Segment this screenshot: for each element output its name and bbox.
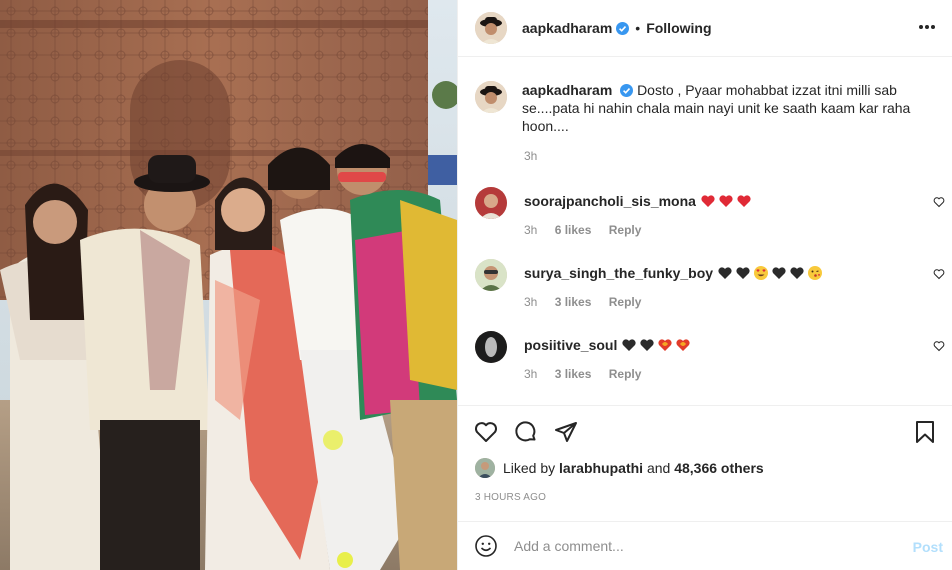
emoji-smile-icon[interactable] bbox=[474, 534, 498, 558]
author-username[interactable]: aapkadharam bbox=[522, 20, 612, 36]
comment-likes[interactable]: 3 likes bbox=[555, 295, 592, 309]
heart-on-fire-icon bbox=[676, 339, 690, 351]
group-photo-illustration bbox=[0, 0, 457, 570]
heart-icon[interactable] bbox=[474, 420, 498, 444]
post-photo[interactable] bbox=[0, 0, 457, 570]
comment-username[interactable]: soorajpancholi_sis_mona bbox=[524, 193, 696, 209]
instagram-post-view: aapkadharam • Following aapkadharam Dost… bbox=[0, 0, 952, 570]
comment-likes[interactable]: 3 likes bbox=[555, 367, 592, 381]
comment-like-heart-icon[interactable] bbox=[933, 268, 945, 280]
author-avatar[interactable] bbox=[475, 12, 507, 44]
comment-meta: 3h 6 likes Reply bbox=[524, 223, 655, 237]
comment-emojis bbox=[700, 193, 754, 209]
comment-time[interactable]: 3h bbox=[524, 367, 537, 381]
add-comment-bar: Post bbox=[458, 521, 952, 570]
black-heart-icon bbox=[736, 267, 750, 279]
comment-text: soorajpancholi_sis_mona bbox=[524, 192, 754, 210]
more-options-icon[interactable] bbox=[917, 17, 937, 37]
comment-text: surya_singh_the_funky_boy bbox=[524, 264, 825, 282]
commenter-avatar[interactable] bbox=[475, 187, 507, 219]
comment-username[interactable]: posiitive_soul bbox=[524, 337, 617, 353]
following-button[interactable]: Following bbox=[646, 20, 711, 36]
liker-avatar[interactable] bbox=[475, 458, 495, 478]
action-bar bbox=[458, 405, 952, 457]
heart-on-fire-icon bbox=[658, 339, 672, 351]
header-separator: • bbox=[635, 20, 641, 36]
post-timestamp[interactable]: 3 hours ago bbox=[475, 492, 546, 503]
comment-likes[interactable]: 6 likes bbox=[555, 223, 592, 237]
caption-time[interactable]: 3h bbox=[524, 149, 537, 163]
black-heart-icon bbox=[718, 267, 732, 279]
caption-text: aapkadharam Dosto , Pyaar mohabbat izzat… bbox=[522, 81, 922, 135]
comment-icon[interactable] bbox=[514, 420, 538, 444]
heart-eyes-icon bbox=[753, 266, 768, 280]
comment-time[interactable]: 3h bbox=[524, 223, 537, 237]
post-header: aapkadharam • Following bbox=[458, 0, 952, 57]
post-comment-button[interactable]: Post bbox=[913, 539, 943, 555]
comment-item: posiitive_soul 3h 3 likes Reply bbox=[475, 331, 945, 391]
caption-avatar[interactable] bbox=[475, 81, 507, 113]
caption-username[interactable]: aapkadharam bbox=[522, 82, 612, 98]
comment-text: posiitive_soul bbox=[524, 336, 693, 354]
comment-meta: 3h 3 likes Reply bbox=[524, 295, 655, 309]
black-heart-icon bbox=[790, 267, 804, 279]
comment-time[interactable]: 3h bbox=[524, 295, 537, 309]
bookmark-icon[interactable] bbox=[913, 420, 937, 444]
share-icon[interactable] bbox=[554, 420, 578, 444]
post-details-panel: aapkadharam • Following aapkadharam Dost… bbox=[457, 0, 952, 570]
commenter-avatar[interactable] bbox=[475, 331, 507, 363]
verified-badge-icon bbox=[616, 21, 630, 35]
comment-like-heart-icon[interactable] bbox=[933, 196, 945, 208]
liker-username[interactable]: larabhupathi bbox=[559, 460, 643, 476]
red-heart-icon bbox=[701, 195, 715, 207]
comment-item: surya_singh_the_funky_boy 3h 3 likes Rep… bbox=[475, 259, 945, 319]
reply-button[interactable]: Reply bbox=[609, 367, 642, 381]
comment-item: soorajpancholi_sis_mona 3h 6 likes Reply bbox=[475, 187, 945, 247]
kissing-face-icon bbox=[807, 266, 822, 280]
likes-summary: Liked by larabhupathi and 48,366 others bbox=[475, 458, 764, 478]
black-heart-icon bbox=[622, 339, 636, 351]
black-heart-icon bbox=[772, 267, 786, 279]
likes-prefix: Liked by bbox=[503, 460, 556, 476]
black-heart-icon bbox=[640, 339, 654, 351]
red-heart-icon bbox=[737, 195, 751, 207]
comments-list[interactable]: aapkadharam Dosto , Pyaar mohabbat izzat… bbox=[458, 57, 952, 405]
likes-count[interactable]: 48,366 others bbox=[674, 460, 764, 476]
comment-emojis bbox=[621, 337, 693, 353]
verified-badge-icon bbox=[620, 84, 634, 97]
comment-emojis bbox=[717, 265, 825, 281]
commenter-avatar[interactable] bbox=[475, 259, 507, 291]
comment-username[interactable]: surya_singh_the_funky_boy bbox=[524, 265, 713, 281]
red-heart-icon bbox=[719, 195, 733, 207]
comment-like-heart-icon[interactable] bbox=[933, 340, 945, 352]
comment-input[interactable] bbox=[514, 538, 894, 554]
reply-button[interactable]: Reply bbox=[609, 223, 642, 237]
comment-meta: 3h 3 likes Reply bbox=[524, 367, 655, 381]
caption: aapkadharam Dosto , Pyaar mohabbat izzat… bbox=[475, 81, 935, 135]
reply-button[interactable]: Reply bbox=[609, 295, 642, 309]
likes-conj: and bbox=[646, 460, 671, 476]
